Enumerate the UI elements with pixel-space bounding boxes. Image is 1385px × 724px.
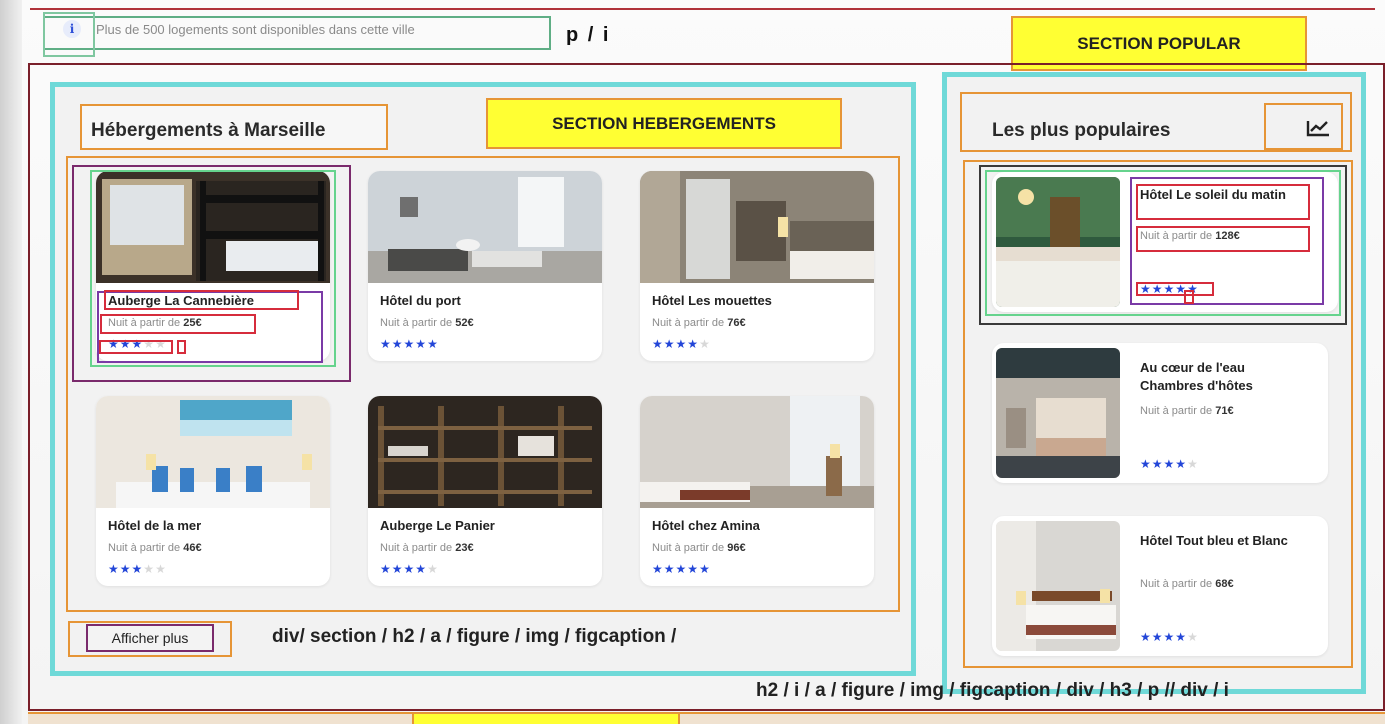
hotel-photo-6 [640, 396, 874, 508]
star-filled-icon: ★ [415, 562, 428, 576]
popular-name-outline [1136, 184, 1310, 220]
star-empty-icon: ★ [427, 562, 439, 576]
star-filled-icon: ★ [119, 562, 132, 576]
popular-stars-outline [1136, 282, 1214, 296]
info-icon: i [63, 20, 81, 38]
bottom-section-label [412, 712, 680, 724]
star-rating: ★★★★★ [108, 562, 167, 576]
popular-card-2[interactable]: Au cœur de l'eau Chambres d'hôtes Nuit à… [992, 343, 1328, 483]
star-filled-icon: ★ [687, 562, 700, 576]
star-filled-icon: ★ [131, 562, 144, 576]
star-empty-icon: ★ [699, 337, 711, 351]
star-filled-icon: ★ [663, 562, 676, 576]
show-more-button[interactable]: Afficher plus [86, 624, 214, 652]
star-empty-icon: ★ [1187, 457, 1199, 471]
popular-name: Au cœur de l'eau Chambres d'hôtes [1140, 360, 1253, 393]
popular-card-3[interactable]: Hôtel Tout bleu et Blanc Nuit à partir d… [992, 516, 1328, 656]
star-empty-icon: ★ [143, 562, 156, 576]
hotel-name: Hôtel du port [380, 293, 461, 308]
section-hebergements-label: SECTION HEBERGEMENTS [486, 98, 842, 149]
hotel-name: Hôtel de la mer [108, 518, 202, 533]
hotel-card-2[interactable]: Hôtel du port Nuit à partir de 52€ ★★★★★ [368, 171, 602, 361]
hotel-price: Nuit à partir de 23€ [380, 542, 474, 554]
popular-price: Nuit à partir de 68€ [1140, 578, 1234, 590]
star-rating: ★★★★★ [1140, 630, 1199, 644]
star-filled-icon: ★ [403, 562, 416, 576]
trending-chart-icon[interactable] [1305, 118, 1331, 138]
info-tag-annotation: p / i [566, 24, 611, 46]
star-rating: ★★★★★ [1140, 457, 1199, 471]
popular-price: Nuit à partir de 71€ [1140, 405, 1234, 417]
star-rating: ★★★★★ [380, 562, 439, 576]
popular-price-outline [1136, 226, 1310, 252]
star-filled-icon: ★ [1163, 457, 1176, 471]
star-filled-icon: ★ [391, 562, 404, 576]
bottom-section-edge [28, 712, 1385, 724]
info-text: Plus de 500 logements sont disponibles d… [96, 22, 415, 37]
popular-title: Les plus populaires [992, 120, 1171, 141]
star-filled-icon: ★ [427, 337, 439, 351]
popular-name: Hôtel Tout bleu et Blanc [1140, 533, 1288, 548]
hotel-card-5[interactable]: Auberge Le Panier Nuit à partir de 23€ ★… [368, 396, 602, 586]
star-filled-icon: ★ [1140, 457, 1152, 471]
hotel-card-4[interactable]: Hôtel de la mer Nuit à partir de 46€ ★★★… [96, 396, 330, 586]
star-filled-icon: ★ [108, 562, 120, 576]
star-rating: ★★★★★ [380, 337, 439, 351]
star-filled-icon: ★ [675, 562, 688, 576]
star-filled-icon: ★ [391, 337, 404, 351]
star-filled-icon: ★ [403, 337, 416, 351]
star-empty-icon: ★ [155, 562, 167, 576]
hotel-name: Hôtel Les mouettes [652, 293, 772, 308]
star-filled-icon: ★ [687, 337, 700, 351]
hotel-photo-5 [368, 396, 602, 508]
hotel-name: Auberge Le Panier [380, 518, 495, 533]
star-filled-icon: ★ [1175, 630, 1188, 644]
star-filled-icon: ★ [1151, 457, 1164, 471]
star-filled-icon: ★ [380, 562, 392, 576]
star-filled-icon: ★ [652, 562, 664, 576]
star-filled-icon: ★ [652, 337, 664, 351]
top-divider [30, 8, 1375, 10]
name-outline [104, 290, 299, 310]
hotel-price: Nuit à partir de 96€ [652, 542, 746, 554]
hotel-card-6[interactable]: Hôtel chez Amina Nuit à partir de 96€ ★★… [640, 396, 874, 586]
star-filled-icon: ★ [675, 337, 688, 351]
popular-star-outline-small [1184, 290, 1194, 304]
star-rating: ★★★★★ [652, 337, 711, 351]
star-filled-icon: ★ [415, 337, 428, 351]
hotel-price: Nuit à partir de 46€ [108, 542, 202, 554]
popular-photo-3 [996, 521, 1120, 651]
hotel-photo-2 [368, 171, 602, 283]
hotel-photo-4 [96, 396, 330, 508]
left-edge-shadow [0, 0, 22, 724]
hotel-price: Nuit à partir de 52€ [380, 317, 474, 329]
star-rating: ★★★★★ [652, 562, 711, 576]
star-filled-icon: ★ [1140, 630, 1152, 644]
star-filled-icon: ★ [1163, 630, 1176, 644]
hebergements-tags-annotation: div/ section / h2 / a / figure / img / f… [272, 626, 677, 647]
hotel-photo-3 [640, 171, 874, 283]
stars-outline [99, 340, 173, 354]
chart-icon-box [1264, 103, 1343, 150]
star-filled-icon: ★ [699, 562, 711, 576]
star-filled-icon: ★ [380, 337, 392, 351]
hotel-price: Nuit à partir de 76€ [652, 317, 746, 329]
star-empty-icon: ★ [1187, 630, 1199, 644]
star-filled-icon: ★ [1151, 630, 1164, 644]
star-filled-icon: ★ [1175, 457, 1188, 471]
popular-tags-annotation: h2 / i / a / figure / img / figcaption /… [756, 680, 1229, 701]
popular-photo-2 [996, 348, 1120, 478]
hebergements-title: Hébergements à Marseille [91, 120, 326, 141]
hotel-name: Hôtel chez Amina [652, 518, 760, 533]
hotel-card-3[interactable]: Hôtel Les mouettes Nuit à partir de 76€ … [640, 171, 874, 361]
price-outline [100, 314, 256, 334]
star-filled-icon: ★ [663, 337, 676, 351]
star-outline-small [177, 340, 186, 354]
